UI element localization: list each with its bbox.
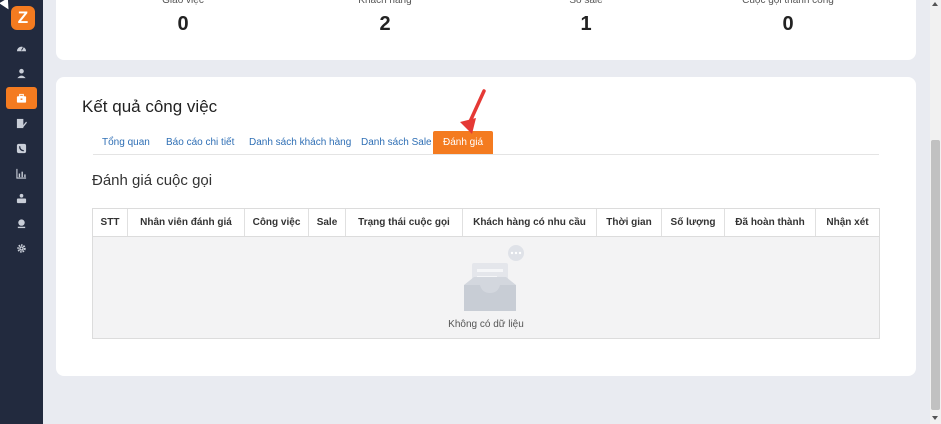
scrollbar[interactable]: [930, 0, 941, 424]
stat-value: 0: [177, 13, 189, 35]
scroll-down-arrow-icon[interactable]: [932, 416, 938, 420]
app-logo[interactable]: Z: [11, 6, 35, 30]
chart-icon: [16, 168, 27, 179]
column-header-quantity[interactable]: Số lượng: [662, 209, 725, 236]
column-header-time[interactable]: Thời gian: [597, 209, 662, 236]
stat-label: Khách hàng: [358, 0, 412, 6]
evaluation-table: STT Nhân viên đánh giá Công việc Sale Tr…: [92, 208, 880, 339]
empty-state-text: Không có dữ liệu: [448, 319, 524, 330]
tab-detailed-report[interactable]: Báo cáo chi tiết: [166, 131, 234, 154]
column-header-stt[interactable]: STT: [93, 209, 128, 236]
phone-icon: [16, 143, 27, 153]
stat-label: Cuộc gọi thành công: [742, 0, 834, 6]
sidebar-item-team[interactable]: [0, 187, 43, 209]
column-header-evaluator[interactable]: Nhân viên đánh giá: [128, 209, 245, 236]
stat-tasks: Giao việc 0: [83, 0, 283, 36]
sidebar-item-support[interactable]: [0, 212, 43, 234]
column-header-interested-customers[interactable]: Khách hàng có nhu cầu: [463, 209, 597, 236]
briefcase-icon: [16, 93, 27, 103]
sidebar-item-chart[interactable]: [0, 162, 43, 184]
scrollbar-thumb[interactable]: [931, 140, 940, 410]
column-header-comment[interactable]: Nhận xét: [816, 209, 879, 236]
gear-icon: [17, 243, 26, 253]
stat-value: 2: [379, 13, 391, 35]
empty-inbox-icon: [464, 245, 524, 311]
sidebar-item-phone[interactable]: [0, 137, 43, 159]
scroll-up-arrow-icon[interactable]: [932, 2, 938, 6]
column-header-sale[interactable]: Sale: [309, 209, 346, 236]
sidebar-item-settings[interactable]: [0, 237, 43, 259]
table-header: STT Nhân viên đánh giá Công việc Sale Tr…: [93, 209, 879, 237]
section-title: Đánh giá cuộc gọi: [92, 172, 213, 189]
user-icon: [17, 68, 26, 78]
sidebar-item-dashboard[interactable]: [0, 37, 43, 59]
tab-sale-list[interactable]: Danh sách Sale: [361, 131, 432, 154]
sidebar-item-user[interactable]: [0, 62, 43, 84]
stat-label: Số sale: [569, 0, 603, 6]
edit-icon: [16, 118, 27, 128]
sidebar: Z: [0, 0, 43, 424]
stat-label: Giao việc: [162, 0, 204, 6]
stat-customers: Khách hàng 2: [285, 0, 485, 36]
team-icon: [16, 193, 27, 203]
column-header-task[interactable]: Công việc: [245, 209, 309, 236]
stat-value: 0: [782, 13, 794, 35]
page-title: Kết quả công việc: [82, 97, 218, 116]
dashboard-icon: [16, 46, 27, 51]
sidebar-item-briefcase[interactable]: [6, 87, 37, 109]
stat-value: 1: [580, 13, 592, 35]
tab-overview[interactable]: Tổng quan: [102, 131, 150, 154]
column-header-completed[interactable]: Đã hoàn thành: [725, 209, 816, 236]
red-arrow-annotation-icon: [460, 89, 486, 134]
support-icon: [17, 218, 26, 228]
column-header-call-status[interactable]: Trạng thái cuộc gọi: [346, 209, 463, 236]
stat-sales: Số sale 1: [486, 0, 686, 36]
tab-customer-list[interactable]: Danh sách khách hàng: [249, 131, 351, 154]
sidebar-item-edit[interactable]: [0, 112, 43, 134]
stats-card: Giao việc 0 Khách hàng 2 Số sale 1 Cuộc …: [56, 0, 916, 60]
stat-successful-calls: Cuộc gọi thành công 0: [688, 0, 888, 36]
